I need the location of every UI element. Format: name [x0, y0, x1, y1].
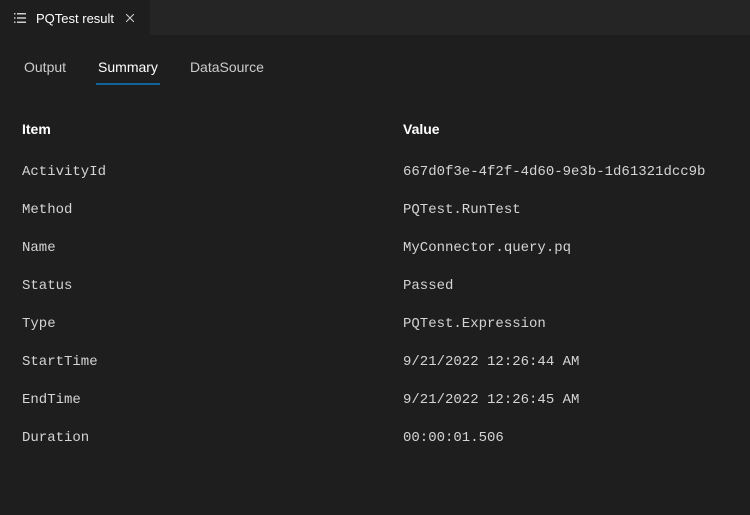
table-row: NameMyConnector.query.pq [20, 229, 730, 267]
cell-value: 9/21/2022 12:26:45 AM [403, 392, 730, 408]
table-header-row: Item Value [20, 113, 730, 153]
cell-item: ActivityId [20, 164, 403, 180]
tab-summary[interactable]: Summary [96, 53, 160, 85]
cell-item: Method [20, 202, 403, 218]
tab-datasource[interactable]: DataSource [188, 53, 266, 85]
cell-value: 667d0f3e-4f2f-4d60-9e3b-1d61321dcc9b [403, 164, 730, 180]
editor-tab-title: PQTest result [36, 11, 114, 26]
cell-value: 9/21/2022 12:26:44 AM [403, 354, 730, 370]
table-row: EndTime9/21/2022 12:26:45 AM [20, 381, 730, 419]
cell-item: StartTime [20, 354, 403, 370]
cell-value: MyConnector.query.pq [403, 240, 730, 256]
editor-tab-pqtest-result[interactable]: PQTest result [0, 0, 150, 35]
cell-item: Name [20, 240, 403, 256]
table-row: TypePQTest.Expression [20, 305, 730, 343]
table-body: ActivityId667d0f3e-4f2f-4d60-9e3b-1d6132… [20, 153, 730, 457]
table-row: MethodPQTest.RunTest [20, 191, 730, 229]
panel-content: Output Summary DataSource Item Value Act… [0, 35, 750, 475]
cell-item: EndTime [20, 392, 403, 408]
table-row: StatusPassed [20, 267, 730, 305]
column-header-item: Item [20, 121, 403, 137]
table-row: StartTime9/21/2022 12:26:44 AM [20, 343, 730, 381]
column-header-value: Value [403, 121, 730, 137]
sub-tab-bar: Output Summary DataSource [20, 53, 730, 85]
cell-item: Status [20, 278, 403, 294]
cell-item: Duration [20, 430, 403, 446]
editor-tab-bar: PQTest result [0, 0, 750, 35]
cell-value: Passed [403, 278, 730, 294]
tab-output[interactable]: Output [22, 53, 68, 85]
close-icon[interactable] [122, 10, 138, 26]
summary-table: Item Value ActivityId667d0f3e-4f2f-4d60-… [20, 113, 730, 457]
table-row: ActivityId667d0f3e-4f2f-4d60-9e3b-1d6132… [20, 153, 730, 191]
cell-value: PQTest.RunTest [403, 202, 730, 218]
cell-value: PQTest.Expression [403, 316, 730, 332]
cell-value: 00:00:01.506 [403, 430, 730, 446]
table-row: Duration00:00:01.506 [20, 419, 730, 457]
list-flat-icon [12, 10, 28, 26]
cell-item: Type [20, 316, 403, 332]
